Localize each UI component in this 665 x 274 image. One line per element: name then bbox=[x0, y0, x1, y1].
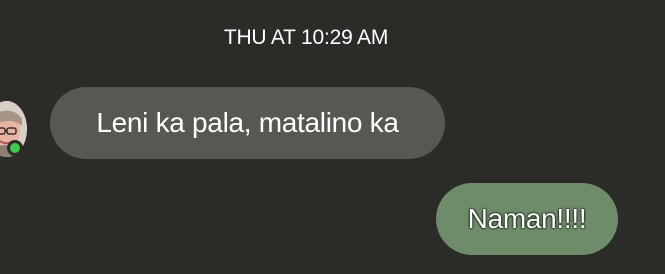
incoming-message-text: Leni ka pala, matalino ka bbox=[96, 107, 399, 138]
incoming-message-bubble[interactable]: Leni ka pala, matalino ka bbox=[50, 87, 445, 159]
outgoing-message-bubble[interactable]: Naman!!!! bbox=[436, 183, 618, 255]
sender-avatar[interactable] bbox=[0, 101, 27, 157]
online-status-icon bbox=[7, 140, 23, 156]
message-timestamp: THU AT 10:29 AM bbox=[223, 26, 389, 49]
outgoing-message-text: Naman!!!! bbox=[467, 203, 587, 234]
